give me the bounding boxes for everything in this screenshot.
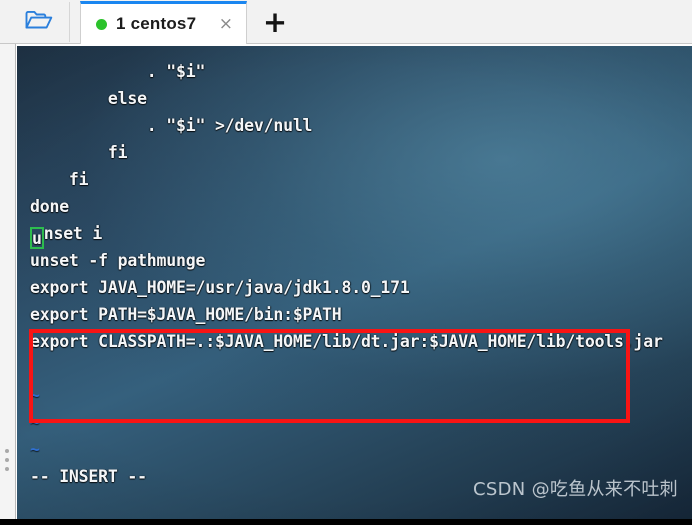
text-cursor: u: [30, 227, 44, 249]
terminal-line: . "$i": [30, 62, 206, 81]
tab-label: 1 centos7: [116, 14, 197, 33]
terminal-line: fi: [30, 143, 128, 162]
watermark-text: CSDN @吃鱼从来不吐刺: [473, 479, 678, 500]
open-folder-button[interactable]: [8, 2, 70, 42]
terminal-line-with-cursor: u nset i: [17, 220, 692, 249]
handle-dot: [5, 449, 9, 453]
vim-tilde-line: ~: [30, 440, 40, 459]
bottom-edge-strip: [0, 519, 692, 525]
vim-tilde-line: ~: [30, 386, 40, 405]
tab-centos7[interactable]: 1 centos7 ×: [80, 1, 247, 44]
terminal-line: unset -f pathmunge: [30, 251, 206, 270]
splitter-drag-handle[interactable]: [5, 449, 10, 471]
left-splitter-rail[interactable]: [0, 44, 16, 525]
vim-editor-screen[interactable]: . "$i" else . "$i" >/dev/null fi fi done…: [17, 46, 692, 519]
tab-status-dot: [96, 18, 107, 30]
terminal-line-text: nset i: [43, 224, 103, 243]
new-tab-button[interactable]: +: [258, 4, 292, 40]
handle-dot: [5, 467, 9, 471]
terminal-app-window: 1 centos7 × + . "$i" else . "$i" >/dev/n…: [0, 0, 692, 525]
close-icon[interactable]: ×: [219, 15, 233, 33]
open-folder-icon: [24, 8, 54, 37]
terminal-line: else: [30, 89, 147, 108]
terminal-line-highlighted: export CLASSPATH=.:$JAVA_HOME/lib/dt.jar…: [30, 332, 663, 351]
terminal-line: done: [30, 197, 69, 216]
terminal-line-highlighted: export JAVA_HOME=/usr/java/jdk1.8.0_171: [30, 278, 410, 297]
terminal-line: fi: [30, 170, 89, 189]
terminal-line-highlighted: export PATH=$JAVA_HOME/bin:$PATH: [30, 305, 342, 324]
vim-tilde-line: ~: [30, 413, 40, 432]
tab-bar: 1 centos7 × +: [0, 0, 692, 44]
terminal-pane[interactable]: . "$i" else . "$i" >/dev/null fi fi done…: [17, 46, 692, 519]
handle-dot: [5, 458, 9, 462]
terminal-line: . "$i" >/dev/null: [30, 116, 313, 135]
